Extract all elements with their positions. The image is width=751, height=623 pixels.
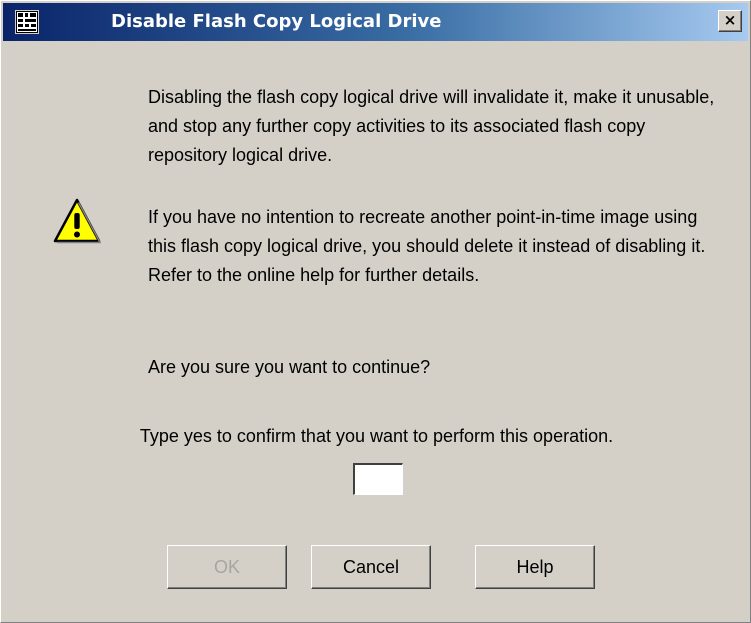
close-button[interactable]: × (718, 10, 742, 32)
grid-app-icon (15, 10, 39, 34)
title-bar[interactable]: Disable Flash Copy Logical Drive × (3, 3, 748, 41)
dialog-window: Disable Flash Copy Logical Drive × Disab… (0, 0, 751, 623)
advice-message: If you have no intention to recreate ano… (148, 207, 706, 285)
close-icon: × (723, 11, 737, 29)
warning-icon (53, 198, 101, 244)
help-button[interactable]: Help (475, 545, 595, 589)
cancel-button[interactable]: Cancel (311, 545, 431, 589)
confirm-question: Are you sure you want to continue? (148, 357, 431, 377)
confirm-input[interactable] (353, 463, 403, 495)
warning-message: Disabling the flash copy logical drive w… (148, 87, 715, 165)
window-title: Disable Flash Copy Logical Drive (111, 11, 442, 32)
confirm-instruction: Type yes to confirm that you want to per… (139, 426, 614, 446)
ok-button[interactable]: OK (167, 545, 287, 589)
